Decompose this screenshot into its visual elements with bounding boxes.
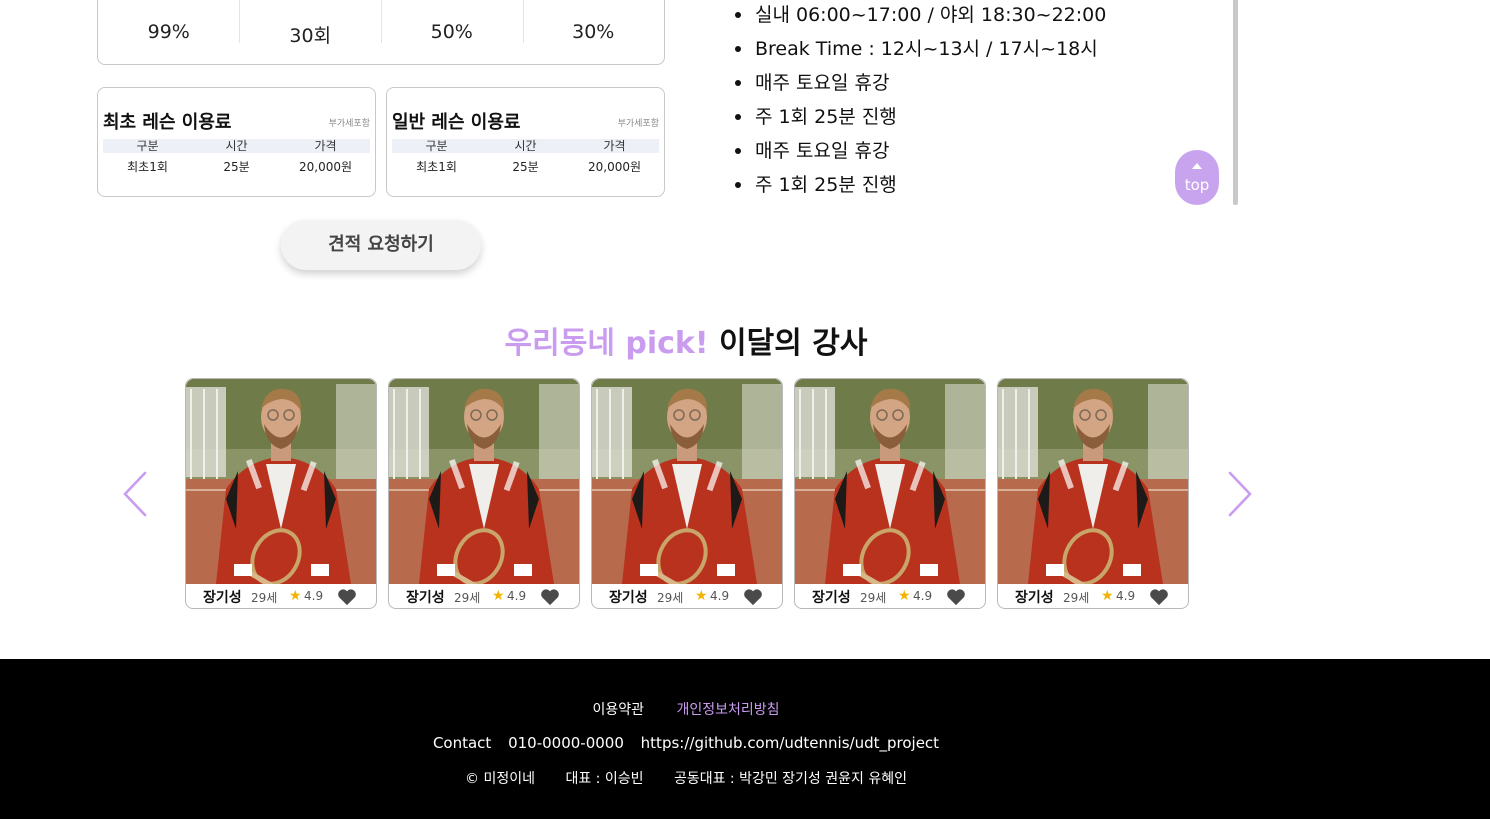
heart-icon[interactable]: [1149, 588, 1169, 606]
instructor-name: 장기성: [812, 590, 851, 606]
price-table-cell: 20,000원: [298, 160, 353, 174]
instructor-rating: 4.9: [913, 589, 933, 603]
price-table-cell: 25분: [223, 160, 250, 174]
stat-value: 99%: [147, 21, 190, 43]
star-icon: ★: [695, 588, 708, 604]
info-item: 주 1회 25분 진행: [733, 100, 1228, 134]
price-table: 구분 시간 가격 최초1회 25분 20,000원: [392, 139, 659, 174]
info-item: 매주 토요일 휴강: [733, 134, 1228, 168]
scrollbar[interactable]: [1233, 0, 1238, 205]
copyright: © 미정이네: [465, 771, 535, 787]
price-card-first: 최초 레슨 이용료 부가세포함 구분 시간 가격 최초1회 25분 20,000…: [97, 87, 376, 197]
instructor-photo: [795, 379, 985, 584]
instructor-card[interactable]: 장기성 29세 ★ 4.9: [997, 378, 1189, 609]
footer: 이용약관 개인정보처리방침 Contact 010-0000-0000 http…: [0, 659, 1490, 819]
section-title-accent: 우리동네 pick!: [504, 326, 709, 361]
stat-value: 30회: [289, 25, 332, 47]
section-title-main: 이달의 강사: [719, 326, 868, 361]
price-table-cell: 25분: [512, 160, 539, 174]
instructor-age: 29세: [657, 591, 684, 605]
stat-value: 30%: [572, 21, 615, 43]
info-item: Break Time : 12시~13시 / 17시~18시: [733, 32, 1228, 66]
price-card-title: 최초 레슨 이용료: [103, 112, 232, 133]
caret-up-icon: [1192, 163, 1202, 169]
chevron-left-icon: [123, 471, 147, 517]
carousel-next-button[interactable]: [1224, 470, 1254, 518]
contact-label: Contact: [432, 734, 492, 752]
instructor-photo: [186, 379, 376, 584]
instructor-age: 29세: [1063, 591, 1090, 605]
info-item: 주 1회 25분 진행: [733, 168, 1228, 202]
heart-icon[interactable]: [743, 588, 763, 606]
price-table-header: 시간: [225, 139, 248, 153]
star-icon: ★: [289, 588, 302, 604]
heart-icon[interactable]: [946, 588, 966, 606]
co-ceo: 공동대표 : 박강민 장기성 권윤지 유혜인: [673, 771, 907, 787]
instructor-photo: [389, 379, 579, 584]
instructor-age: 29세: [251, 591, 278, 605]
vat-note: 부가세포함: [328, 119, 370, 129]
price-table-header: 구분: [136, 139, 159, 153]
price-card-regular: 일반 레슨 이용료 부가세포함 구분 시간 가격 최초1회 25분 20,000…: [386, 87, 665, 197]
star-icon: ★: [898, 588, 911, 604]
price-table: 구분 시간 가격 최초1회 25분 20,000원: [103, 139, 370, 174]
price-table-header: 가격: [314, 139, 337, 153]
github-link[interactable]: https://github.com/udtennis/udt_project: [641, 734, 939, 752]
vat-note: 부가세포함: [617, 119, 659, 129]
price-table-header: 가격: [603, 139, 626, 153]
instructor-name: 장기성: [1015, 590, 1054, 606]
privacy-link[interactable]: 개인정보처리방침: [676, 699, 779, 719]
instructor-rating: 4.9: [507, 589, 527, 603]
instructor-rating: 4.9: [710, 589, 730, 603]
ceo: 대표 : 이승빈: [565, 771, 644, 787]
instructor-name: 장기성: [203, 590, 242, 606]
instructor-photo: [998, 379, 1188, 584]
heart-icon[interactable]: [337, 588, 357, 606]
price-table-header: 시간: [514, 139, 537, 153]
carousel-prev-button[interactable]: [121, 470, 151, 518]
terms-link[interactable]: 이용약관: [592, 699, 644, 719]
instructor-name: 장기성: [406, 590, 445, 606]
price-table-cell: 최초1회: [127, 160, 168, 174]
instructor-age: 29세: [860, 591, 887, 605]
star-icon: ★: [492, 588, 505, 604]
info-item: 매주 토요일 휴강: [733, 66, 1228, 100]
scroll-top-button[interactable]: top: [1175, 150, 1219, 205]
heart-icon[interactable]: [540, 588, 560, 606]
contact-phone: 010-0000-0000: [508, 734, 624, 752]
star-icon: ★: [1101, 588, 1114, 604]
instructor-card[interactable]: 장기성 29세 ★ 4.9: [591, 378, 783, 609]
price-card-title: 일반 레슨 이용료: [392, 112, 521, 133]
chevron-right-icon: [1228, 471, 1252, 517]
top-label: top: [1184, 176, 1210, 194]
instructor-age: 29세: [454, 591, 481, 605]
instructor-card[interactable]: 장기성 29세 ★ 4.9: [185, 378, 377, 609]
instructor-rating: 4.9: [304, 589, 324, 603]
price-table-header: 구분: [425, 139, 448, 153]
info-item: 실내 06:00~17:00 / 야외 18:30~22:00: [733, 0, 1228, 32]
lesson-info-list: 실내 06:00~17:00 / 야외 18:30~22:00 Break Ti…: [733, 0, 1228, 202]
instructor-name: 장기성: [609, 590, 648, 606]
section-title: 우리동네 pick! 이달의 강사: [0, 318, 1372, 362]
instructor-card[interactable]: 장기성 29세 ★ 4.9: [794, 378, 986, 609]
price-table-cell: 20,000원: [587, 160, 642, 174]
stat-value: 50%: [430, 21, 473, 43]
stats-box: 99% 30회 50% 30%: [97, 0, 665, 65]
instructor-rating: 4.9: [1116, 589, 1136, 603]
quote-request-button[interactable]: 견적 요청하기: [281, 220, 481, 270]
instructor-card[interactable]: 장기성 29세 ★ 4.9: [388, 378, 580, 609]
price-table-cell: 최초1회: [416, 160, 457, 174]
instructor-photo: [592, 379, 782, 584]
